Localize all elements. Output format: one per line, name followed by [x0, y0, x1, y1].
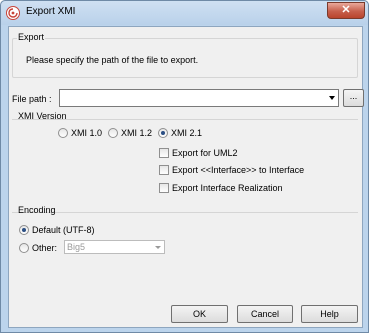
file-path-label: File path : [12, 94, 52, 104]
xmi-version-label: XMI Version [18, 111, 67, 121]
export-interface-label: Export <<Interface>> to Interface [172, 165, 305, 175]
xmi-1-2-label: XMI 1.2 [121, 128, 153, 138]
export-description: Please specify the path of the file to e… [26, 55, 199, 65]
dialog-body: Export Please specify the path of the fi… [8, 26, 364, 328]
xmi-2-1-radio[interactable] [158, 128, 168, 138]
export-group-label: Export [17, 32, 46, 42]
help-button[interactable]: Help [301, 305, 358, 323]
encoding-default-label: Default (UTF-8) [32, 225, 95, 235]
chevron-down-icon [155, 246, 161, 249]
encoding-other-radio[interactable] [19, 243, 29, 253]
visual-paradigm-logo-icon [6, 6, 20, 20]
cancel-button[interactable]: Cancel [237, 305, 293, 323]
encoding-other-label: Other: [32, 243, 58, 253]
file-path-combobox[interactable] [59, 89, 339, 107]
export-for-uml2-checkbox[interactable] [159, 148, 169, 158]
title-bar[interactable]: Export XMI ✕ [1, 1, 368, 25]
chevron-down-icon[interactable] [329, 96, 335, 100]
encoding-other-select[interactable]: Big5 [64, 240, 165, 254]
export-interface-realization-checkbox[interactable] [159, 183, 169, 193]
xmi-2-1-label: XMI 2.1 [171, 128, 203, 138]
browse-button[interactable]: ... [343, 89, 364, 107]
close-button[interactable]: ✕ [327, 2, 365, 19]
ok-button[interactable]: OK [171, 305, 228, 323]
encoding-default-radio[interactable] [19, 225, 29, 235]
export-interface-checkbox[interactable] [159, 165, 169, 175]
export-for-uml2-label: Export for UML2 [172, 148, 238, 158]
xmi-1-0-radio[interactable] [58, 128, 68, 138]
export-interface-realization-label: Export Interface Realization [172, 183, 283, 193]
export-xmi-dialog: Export XMI ✕ Export Please specify the p… [0, 0, 369, 333]
xmi-1-0-label: XMI 1.0 [71, 128, 103, 138]
encoding-label: Encoding [18, 205, 56, 215]
window-title: Export XMI [26, 6, 76, 17]
encoding-other-value: Big5 [67, 242, 86, 252]
xmi-1-2-radio[interactable] [108, 128, 118, 138]
